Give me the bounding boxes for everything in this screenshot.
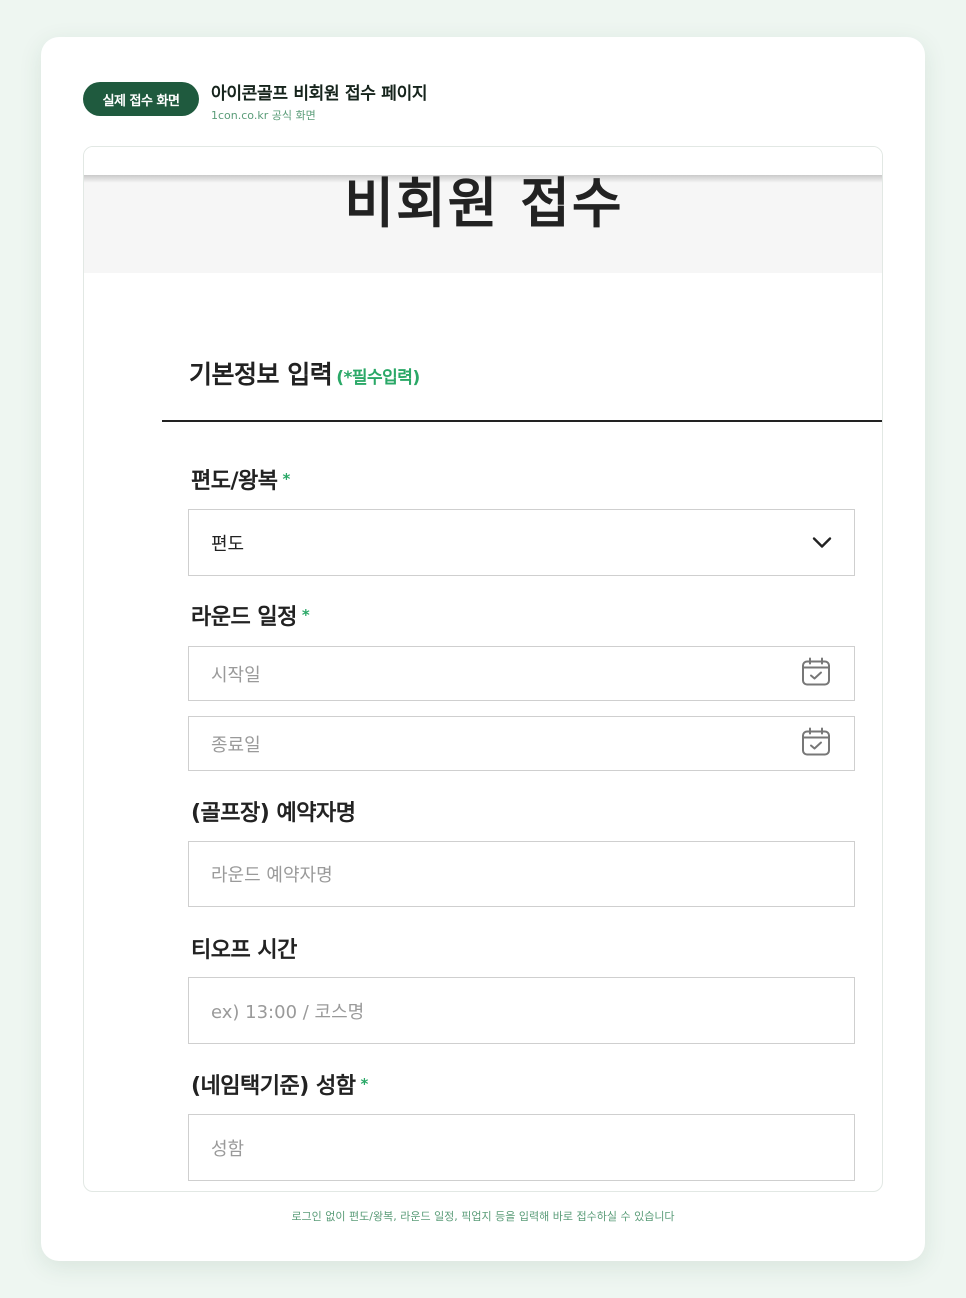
end-date-input[interactable]: 종료일 xyxy=(188,716,855,771)
start-date-placeholder: 시작일 xyxy=(211,664,261,686)
showcase-card: 실제 접수 화면 아이콘골프 비회원 접수 페이지 1con.co.kr 공식 … xyxy=(41,37,925,1261)
trip-type-label-text: 편도/왕복 xyxy=(191,469,278,494)
page-subtitle: 1con.co.kr 공식 화면 xyxy=(211,109,316,122)
calendar-check-icon[interactable] xyxy=(800,725,832,762)
status-badge: 실제 접수 화면 xyxy=(83,82,199,116)
section-divider xyxy=(162,420,882,422)
tee-off-time-input[interactable]: ex) 13:00 / 코스명 xyxy=(188,977,855,1044)
full-name-label: (네임택기준) 성함 * xyxy=(191,1068,368,1100)
footer-note: 로그인 없이 편도/왕복, 라운드 일정, 픽업지 등을 입력해 바로 접수하실… xyxy=(291,1210,675,1223)
section-title-text: 기본정보 입력 xyxy=(189,360,333,389)
full-name-input[interactable]: 성함 xyxy=(188,1114,855,1181)
calendar-check-icon[interactable] xyxy=(800,655,832,692)
round-schedule-label: 라운드 일정 * xyxy=(191,599,310,631)
full-name-placeholder: 성함 xyxy=(211,1138,245,1160)
trip-type-select[interactable]: 편도 xyxy=(188,509,855,576)
tee-off-time-placeholder: ex) 13:00 / 코스명 xyxy=(211,1001,365,1023)
page-title: 아이콘골프 비회원 접수 페이지 xyxy=(211,84,428,104)
tee-off-time-label: 티오프 시간 xyxy=(191,932,297,964)
trip-type-value: 편도 xyxy=(211,533,245,555)
screenshot-frame: 비회원 접수 기본정보 입력 (*필수입력) 편도/왕복 * 편도 라운드 일정 * … xyxy=(83,146,883,1192)
required-star: * xyxy=(282,470,291,488)
required-star: * xyxy=(360,1075,368,1093)
booker-name-label-text: (골프장) 예약자명 xyxy=(191,801,356,826)
trip-type-label: 편도/왕복 * xyxy=(191,463,290,495)
end-date-placeholder: 종료일 xyxy=(211,734,261,756)
booker-name-placeholder: 라운드 예약자명 xyxy=(211,865,333,886)
chevron-down-icon xyxy=(812,532,832,553)
start-date-input[interactable]: 시작일 xyxy=(188,646,855,701)
required-note: (*필수입력) xyxy=(336,368,420,388)
tee-off-time-label-text: 티오프 시간 xyxy=(191,938,297,963)
full-name-label-text: (네임택기준) 성함 xyxy=(191,1074,356,1099)
hero-title: 비회원 접수 xyxy=(344,175,624,235)
hero-shadow xyxy=(84,175,882,183)
hero-banner: 비회원 접수 xyxy=(84,175,882,273)
booker-name-label: (골프장) 예약자명 xyxy=(191,795,356,827)
booker-name-input[interactable]: 라운드 예약자명 xyxy=(188,841,855,907)
round-schedule-label-text: 라운드 일정 xyxy=(191,605,297,630)
top-bar xyxy=(84,147,882,175)
required-star: * xyxy=(301,606,310,624)
section-title: 기본정보 입력 (*필수입력) xyxy=(189,355,420,391)
